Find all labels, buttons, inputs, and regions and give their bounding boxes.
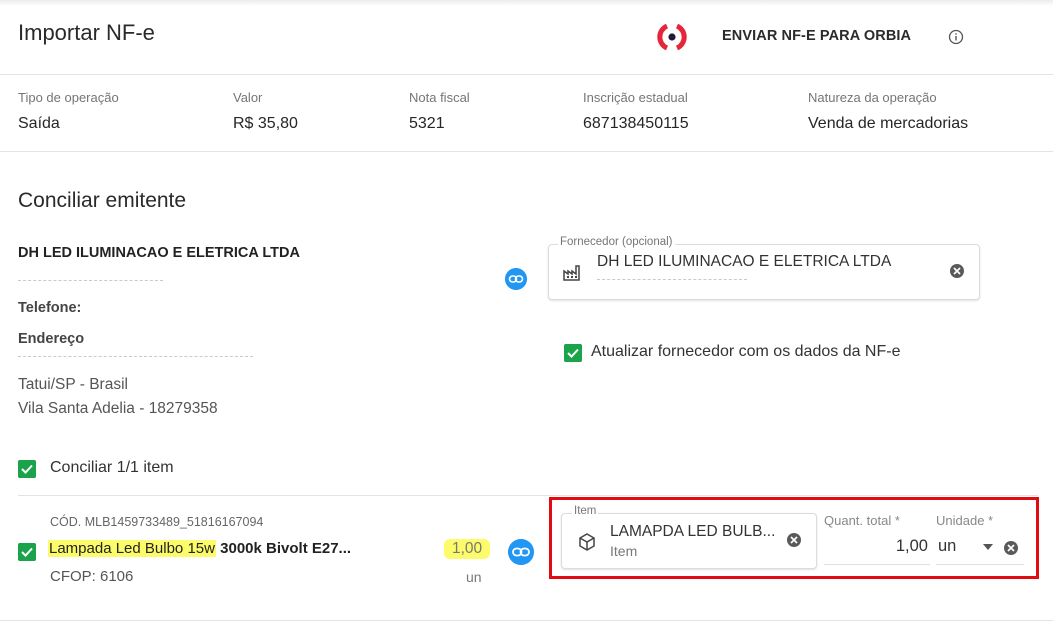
divider bbox=[0, 74, 1053, 75]
item-unit: un bbox=[466, 569, 482, 585]
item-description-rest: 3000k Bivolt E27... bbox=[215, 540, 352, 557]
info-icon[interactable] bbox=[947, 28, 965, 46]
emitter-name: DH LED ILUMINACAO E ELETRICA LTDA bbox=[18, 245, 300, 261]
page-title: Importar NF-e bbox=[18, 20, 155, 45]
top-shadow bbox=[0, 0, 1053, 6]
summary-value-invoice: 5321 bbox=[409, 115, 445, 132]
summary-value-state-registration: 687138450115 bbox=[583, 115, 689, 132]
summary-label-state-registration: Inscrição estadual bbox=[583, 90, 688, 105]
item-quantity: 1,00 bbox=[444, 539, 491, 559]
redacted-supplier-document bbox=[597, 279, 747, 283]
annotation-highlight-box bbox=[549, 497, 1039, 579]
summary-value-operation-type: Saída bbox=[18, 115, 60, 132]
item-description: Lampada Led Bulbo 15w 3000k Bivolt E27..… bbox=[48, 540, 351, 557]
summary-value-value: R$ 35,80 bbox=[233, 115, 298, 132]
item-code: CÓD. MLB1459733489_51816167094 bbox=[50, 515, 264, 529]
redacted-document bbox=[18, 280, 163, 284]
address-district: Vila Santa Adelia - 18279358 bbox=[18, 400, 218, 417]
item-description-highlighted: Lampada Led Bulbo 15w bbox=[48, 540, 216, 557]
reconcile-items-label: Conciliar 1/1 item bbox=[50, 459, 174, 476]
update-supplier-label: Atualizar fornecedor com os dados da NF-… bbox=[591, 343, 901, 360]
summary-label-operation-nature: Natureza da operação bbox=[808, 90, 937, 105]
factory-icon bbox=[563, 265, 580, 281]
send-to-orbia-button[interactable]: ENVIAR NF-E PARA ORBIA bbox=[710, 26, 923, 46]
item-cfop: CFOP: 6106 bbox=[50, 568, 134, 585]
reconcile-items-checkbox[interactable] bbox=[18, 460, 36, 478]
summary-value-operation-nature: Venda de mercadorias bbox=[808, 115, 969, 132]
supplier-value: DH LED ILUMINACAO E ELETRICA LTDA bbox=[597, 253, 892, 270]
address-label: Endereço bbox=[18, 331, 85, 347]
supplier-field-label: Fornecedor (opcional) bbox=[558, 236, 675, 248]
summary-label-operation-type: Tipo de operação bbox=[18, 90, 119, 105]
link-supplier-button[interactable] bbox=[505, 268, 527, 290]
item-checkbox[interactable] bbox=[18, 543, 36, 561]
phone-label: Telefone: bbox=[18, 300, 82, 316]
orbia-logo bbox=[657, 23, 687, 51]
summary-label-value: Valor bbox=[233, 90, 263, 105]
clear-supplier-icon[interactable] bbox=[949, 263, 965, 279]
update-supplier-checkbox[interactable] bbox=[564, 344, 582, 362]
divider bbox=[0, 620, 1053, 621]
link-item-button[interactable] bbox=[508, 539, 534, 565]
supplier-field[interactable]: Fornecedor (opcional) DH LED ILUMINACAO … bbox=[548, 236, 980, 300]
summary-label-invoice: Nota fiscal bbox=[409, 90, 470, 105]
redacted-street bbox=[18, 356, 253, 360]
address-city: Tatui/SP - Brasil bbox=[18, 376, 128, 393]
divider bbox=[18, 495, 1038, 496]
divider bbox=[0, 151, 1053, 152]
section-title: Conciliar emitente bbox=[18, 189, 187, 212]
